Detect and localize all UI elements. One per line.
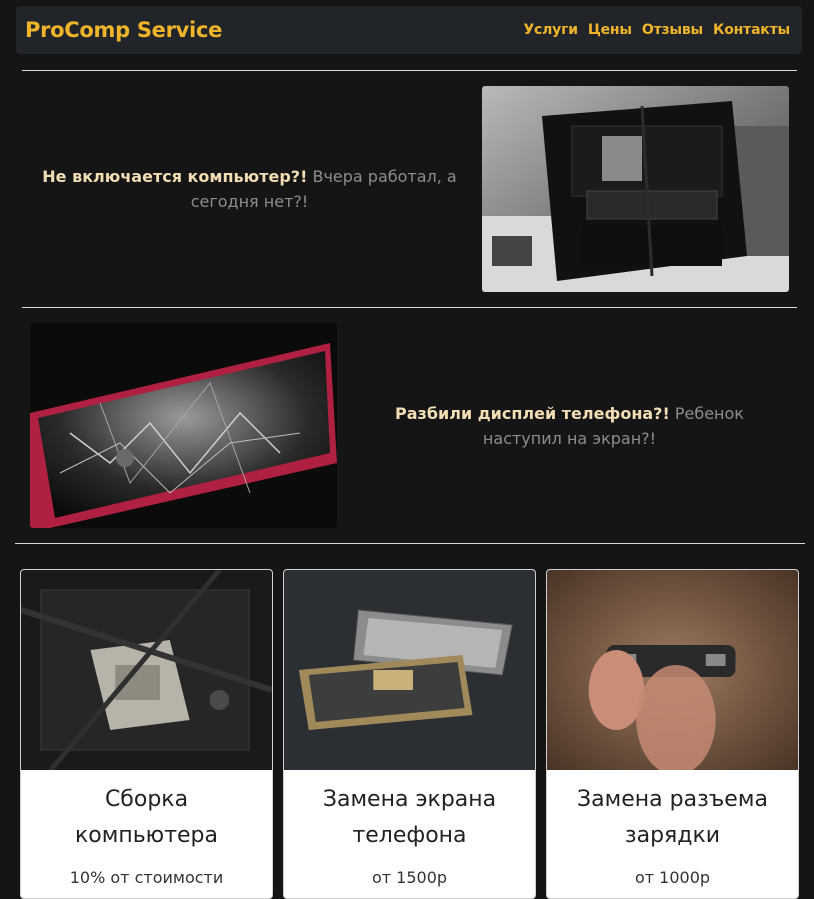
screen-replace-photo — [284, 570, 535, 770]
computer-case-photo — [482, 86, 789, 292]
brand-logo[interactable]: ProComp Service — [25, 18, 222, 42]
divider — [22, 307, 797, 308]
card-title: Замена экрана телефона — [322, 787, 497, 848]
divider — [15, 543, 805, 544]
nav-link-prices[interactable]: Цены — [588, 22, 632, 38]
service-card-charging-port[interactable]: Замена разъема зарядки от 1000р — [546, 569, 799, 899]
nav-links: Услуги Цены Отзывы Контакты — [523, 22, 790, 38]
navbar: ProComp Service Услуги Цены Отзывы Конта… — [16, 6, 802, 54]
pc-build-photo — [21, 570, 272, 770]
card-title: Сборка компьютера — [74, 787, 218, 848]
card-title: Замена разъема зарядки — [577, 787, 768, 848]
broken-phone-photo — [30, 323, 337, 528]
service-card-screen-replace[interactable]: Замена экрана телефона от 1500р — [283, 569, 536, 899]
card-price: от 1000р — [634, 868, 711, 887]
card-price: 10% от стоимости — [69, 868, 224, 887]
card-price: от 1500р — [371, 868, 448, 887]
service-card-pc-build[interactable]: Сборка компьютера 10% от стоимости — [20, 569, 273, 899]
promo-phone: Разбили дисплей телефона?! Ребенок насту… — [342, 323, 797, 528]
nav-link-contacts[interactable]: Контакты — [713, 22, 790, 38]
divider — [22, 70, 797, 71]
nav-link-services[interactable]: Услуги — [523, 22, 578, 38]
nav-link-reviews[interactable]: Отзывы — [642, 22, 703, 38]
charging-port-photo — [547, 570, 798, 770]
promo-phone-heading: Разбили дисплей телефона?! — [395, 403, 670, 423]
promo-computer-heading: Не включается компьютер?! — [42, 167, 308, 186]
promo-computer: Не включается компьютер?! Вчера работал,… — [22, 86, 477, 292]
